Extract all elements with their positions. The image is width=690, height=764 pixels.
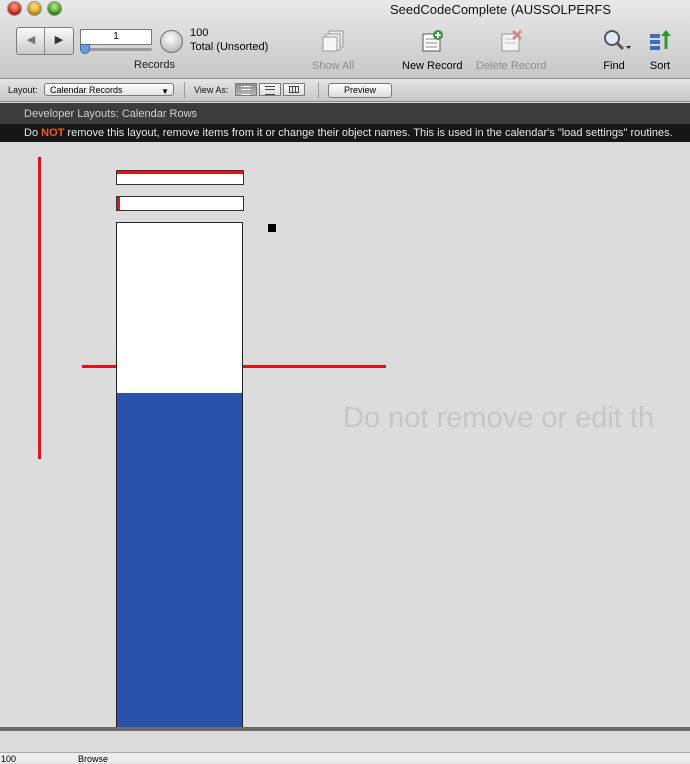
warning-rest: remove this layout, remove items from it… — [64, 127, 673, 139]
record-navigation-book[interactable]: ◀ ▶ — [16, 27, 74, 55]
delete-record-button[interactable]: Delete Record — [476, 28, 546, 72]
view-as-list-button[interactable] — [259, 83, 281, 96]
list-view-icon — [265, 86, 275, 95]
record-slider-handle[interactable] — [80, 44, 90, 54]
show-all-button[interactable]: Show All — [312, 28, 354, 72]
calendar-row-portal[interactable] — [116, 222, 243, 394]
select-arrow-icon: ▼ — [161, 87, 169, 96]
sort-icon — [647, 28, 673, 54]
close-window-button[interactable] — [8, 2, 21, 15]
layout-bar: Layout: Calendar Records ▼ View As: Prev… — [0, 79, 690, 102]
preview-button[interactable]: Preview — [328, 83, 392, 98]
layout-select-value: Calendar Records — [50, 85, 123, 95]
table-view-icon — [289, 86, 299, 93]
layout-warning-band: Do NOT remove this layout, remove items … — [0, 124, 690, 142]
minimize-window-button[interactable] — [28, 2, 41, 15]
sort-button[interactable]: Sort — [647, 28, 673, 72]
find-button[interactable]: Find — [601, 28, 631, 72]
view-as-label: View As: — [194, 85, 229, 95]
layout-canvas: Do not remove or edit th — [0, 142, 690, 753]
layout-warning-text: Do NOT remove this layout, remove items … — [24, 127, 673, 139]
record-slider-track[interactable] — [80, 48, 152, 51]
zoom-level[interactable]: 100 — [1, 754, 16, 764]
records-label: Records — [134, 59, 175, 71]
layout-select[interactable]: Calendar Records ▼ — [44, 83, 174, 96]
next-record-icon[interactable]: ▶ — [50, 32, 68, 48]
view-as-form-button[interactable] — [235, 83, 257, 96]
layout-object-marker — [268, 224, 276, 232]
separator — [318, 82, 319, 98]
delete-record-icon — [498, 28, 524, 54]
field-left-red-bar — [117, 197, 120, 210]
status-bar: 100 Browse — [0, 752, 690, 764]
magnifier-icon — [601, 28, 631, 54]
layout-header: Developer Layouts: Calendar Rows — [0, 103, 690, 124]
separator — [184, 82, 185, 98]
view-as-table-button[interactable] — [283, 83, 305, 96]
new-record-icon — [419, 28, 445, 54]
current-record-input[interactable]: 1 — [80, 29, 152, 45]
new-record-button[interactable]: New Record — [402, 28, 463, 72]
found-set-pie-icon — [160, 30, 183, 53]
warning-not: NOT — [41, 127, 65, 139]
record-status: Total (Unsorted) — [190, 41, 269, 53]
mode-indicator[interactable]: Browse — [78, 754, 108, 764]
field-top-red-bar — [117, 171, 243, 174]
background-warning-text: Do not remove or edit th — [343, 402, 655, 434]
show-all-icon — [320, 28, 346, 54]
calendar-row-field-1[interactable] — [116, 170, 244, 185]
form-view-icon — [241, 86, 251, 95]
record-count: 100 — [190, 27, 209, 39]
book-spine — [44, 28, 45, 54]
zoom-window-button[interactable] — [48, 2, 61, 15]
calendar-row-field-2[interactable] — [116, 196, 244, 211]
layout-header-title: Developer Layouts: Calendar Rows — [24, 108, 198, 120]
window-title: SeedCodeComplete (AUSSOLPERFS — [390, 2, 612, 17]
previous-record-icon[interactable]: ◀ — [22, 32, 40, 48]
warning-prefix: Do — [24, 127, 42, 139]
window-toolbar: SeedCodeComplete (AUSSOLPERFS ◀ ▶ 1 Reco… — [0, 0, 690, 79]
calendar-row-fill[interactable] — [116, 393, 243, 753]
layout-label: Layout: — [8, 85, 38, 95]
vertical-red-guide — [38, 157, 41, 459]
